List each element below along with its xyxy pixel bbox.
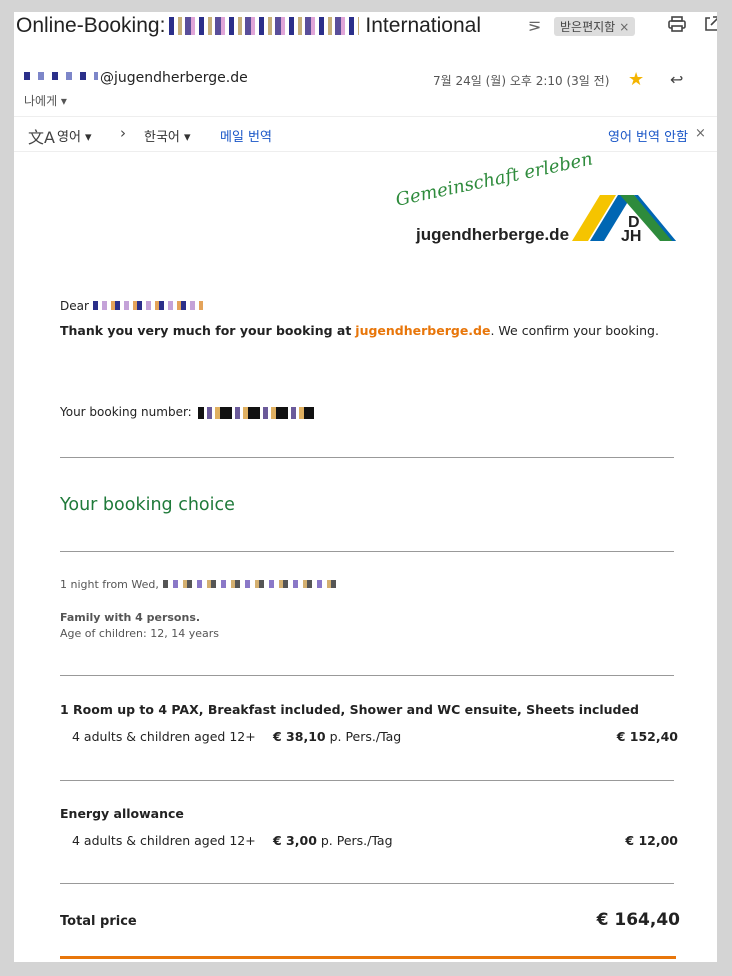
unit-price: € 3,00 p. Pers./Tag xyxy=(273,833,393,848)
night-from-text: 1 night from Wed, xyxy=(60,578,159,591)
inbox-label-text: 받은편지함 xyxy=(560,20,616,34)
jugendherberge-link[interactable]: jugendherberge.de xyxy=(355,323,490,338)
star-icon[interactable]: ★ xyxy=(628,69,644,90)
logo-slogan: Gemeinschaft erleben xyxy=(393,148,595,211)
redacted-sender xyxy=(24,72,98,80)
subject-suffix: International xyxy=(365,14,482,37)
unit-price: € 38,10 p. Pers./Tag xyxy=(273,729,401,744)
print-icon[interactable] xyxy=(668,16,686,32)
footer-accent-bar xyxy=(60,956,676,959)
source-language-select[interactable]: 영어 ▾ xyxy=(57,126,92,145)
sender-address[interactable]: @jugendherberge.de xyxy=(100,70,248,86)
energy-title: Energy allowance xyxy=(60,806,184,821)
translate-icon: 文A xyxy=(28,128,55,147)
logo-text: jugendherberge.de xyxy=(416,225,570,244)
greeting-text: Dear xyxy=(60,299,89,313)
recipient-toggle[interactable]: 나에게 ▾ xyxy=(24,92,67,109)
translate-bar: 文A 영어 ▾ › 한국어 ▾ 메일 번역 영어 번역 안함 × xyxy=(14,116,717,152)
line-total: € 12,00 xyxy=(625,833,678,848)
stay-dates: 1 night from Wed, xyxy=(60,578,337,591)
arrow-right-icon: › xyxy=(120,124,126,142)
sender-row: @jugendherberge.de 나에게 ▾ 7월 24일 (월) 오후 2… xyxy=(22,68,717,109)
djh-logo: Gemeinschaft erleben jugendherberge.de D… xyxy=(394,148,681,252)
djh-tent-logo-icon: D JH xyxy=(572,195,676,241)
unit-price-value: € 38,10 xyxy=(273,729,326,744)
booking-choice-heading: Your booking choice xyxy=(60,495,235,515)
booking-number-label: Your booking number: xyxy=(60,405,192,419)
subject-row: Online-Booking: International ⋝ 받은편지함 × xyxy=(16,12,717,42)
children-ages: Age of children: 12, 14 years xyxy=(60,627,219,640)
email-subject: Online-Booking: International xyxy=(16,14,481,38)
divider xyxy=(60,780,674,781)
redacted-subject xyxy=(169,17,360,36)
close-icon[interactable]: × xyxy=(695,126,706,141)
inbox-label-chip[interactable]: 받은편지함 × xyxy=(554,17,636,36)
line-total: € 152,40 xyxy=(616,729,678,744)
redacted-name xyxy=(92,301,203,310)
unit-price-suffix: p. Pers./Tag xyxy=(325,729,402,744)
email-view: Online-Booking: International ⋝ 받은편지함 × @j… xyxy=(14,12,717,962)
booking-number: Your booking number: xyxy=(60,405,314,419)
divider xyxy=(60,457,674,458)
confirm-text: . We confirm your booking. xyxy=(490,323,659,338)
open-in-new-icon[interactable] xyxy=(704,16,717,32)
label-arrow-icon: ⋝ xyxy=(528,16,542,35)
subject-prefix: Online-Booking: xyxy=(16,14,166,37)
unit-price-value: € 3,00 xyxy=(273,833,317,848)
divider xyxy=(60,675,674,676)
translate-message-link[interactable]: 메일 번역 xyxy=(220,126,272,145)
thanks-line: Thank you very much for your booking at … xyxy=(60,323,659,338)
email-date: 7월 24일 (월) 오후 2:10 (3일 전) xyxy=(433,74,610,88)
family-info: Family with 4 persons. xyxy=(60,611,201,624)
reply-icon[interactable]: ↩ xyxy=(670,70,683,89)
more-vert-icon[interactable]: ⋮ xyxy=(712,70,717,89)
greeting: Dear xyxy=(60,299,203,313)
dont-translate-link[interactable]: 영어 번역 안함 xyxy=(608,126,688,145)
total-price-label: Total price xyxy=(60,914,137,929)
redacted-booking-number xyxy=(197,406,314,419)
line-desc: 4 adults & children aged 12+ xyxy=(72,729,256,744)
total-price-value: € 164,40 xyxy=(596,910,680,930)
divider xyxy=(60,551,674,552)
svg-text:JH: JH xyxy=(621,228,641,241)
thanks-text: Thank you very much for your booking at xyxy=(60,323,352,338)
unit-price-suffix: p. Pers./Tag xyxy=(316,833,393,848)
redacted-dates xyxy=(162,580,337,588)
line-desc: 4 adults & children aged 12+ xyxy=(72,833,256,848)
divider xyxy=(60,883,674,884)
remove-label-icon[interactable]: × xyxy=(619,20,629,34)
room-title: 1 Room up to 4 PAX, Breakfast included, … xyxy=(60,702,639,717)
target-language-select[interactable]: 한국어 ▾ xyxy=(144,126,191,145)
